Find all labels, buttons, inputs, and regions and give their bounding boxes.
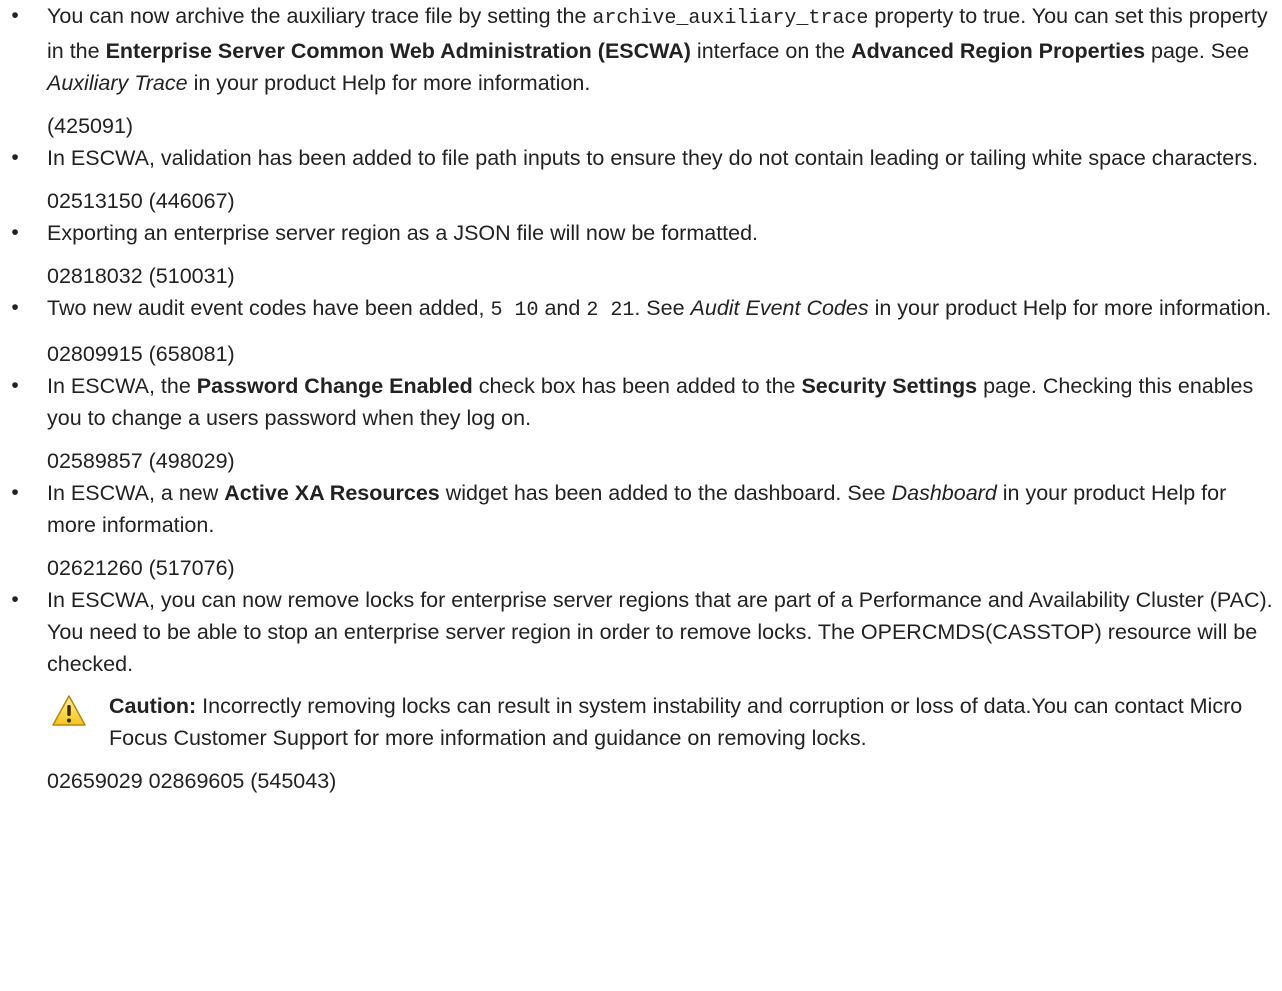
item-text: In ESCWA, a new Active XA Resources widg… (47, 481, 1227, 537)
code-text: 2 21 (586, 299, 635, 322)
help-topic: Audit Event Codes (690, 296, 869, 320)
list-item: • In ESCWA, you can now remove locks for… (0, 584, 1282, 754)
ui-term: Advanced Region Properties (851, 39, 1146, 63)
ui-term: Active XA Resources (224, 481, 440, 505)
bullet: • (11, 4, 19, 27)
ui-term: Security Settings (801, 374, 978, 398)
release-notes: • You can now archive the auxiliary trac… (0, 0, 1282, 797)
help-topic: Dashboard (891, 481, 997, 505)
code-text: archive_auxiliary_trace (592, 7, 869, 30)
bullet: • (11, 481, 19, 504)
warning-icon (52, 695, 86, 726)
caution-label: Caution: (109, 694, 197, 718)
list-item: • In ESCWA, the Password Change Enabled … (0, 370, 1282, 477)
list-item: • Exporting an enterprise server region … (0, 217, 1282, 292)
reference-id: 02589857 (498029) (47, 449, 235, 473)
caution-text: Caution: Incorrectly removing locks can … (109, 694, 1243, 750)
bullet: • (11, 146, 19, 169)
item-text: In ESCWA, validation has been added to f… (47, 146, 1259, 170)
caution-note: Caution: Incorrectly removing locks can … (47, 690, 1276, 754)
bullet: • (11, 374, 19, 397)
item-text: You can now archive the auxiliary trace … (47, 4, 1268, 95)
item-text: Two new audit event codes have been adde… (47, 296, 1272, 322)
reference-id: (425091) (47, 114, 134, 138)
bullet: • (11, 221, 19, 244)
list-item: • In ESCWA, a new Active XA Resources wi… (0, 477, 1282, 584)
ui-term: Enterprise Server Common Web Administrat… (105, 39, 691, 63)
item-text: In ESCWA, the Password Change Enabled ch… (47, 374, 1254, 430)
bullet: • (11, 588, 19, 611)
reference-id: 02809915 (658081) (47, 342, 235, 366)
code-text: 5 10 (490, 299, 539, 322)
reference-id: 02659029 02869605 (545043) (47, 769, 337, 793)
list-item: • You can now archive the auxiliary trac… (0, 0, 1282, 142)
help-topic: Auxiliary Trace (47, 71, 188, 95)
reference-id: 02513150 (446067) (47, 189, 235, 213)
list-item: • In ESCWA, validation has been added to… (0, 142, 1282, 217)
reference-id: 02818032 (510031) (47, 264, 235, 288)
item-text: Exporting an enterprise server region as… (47, 221, 759, 245)
list-item: • Two new audit event codes have been ad… (0, 292, 1282, 370)
reference-id: 02621260 (517076) (47, 556, 235, 580)
ui-term: Password Change Enabled (196, 374, 473, 398)
item-text: In ESCWA, you can now remove locks for e… (47, 588, 1273, 676)
bullet: • (11, 296, 19, 319)
